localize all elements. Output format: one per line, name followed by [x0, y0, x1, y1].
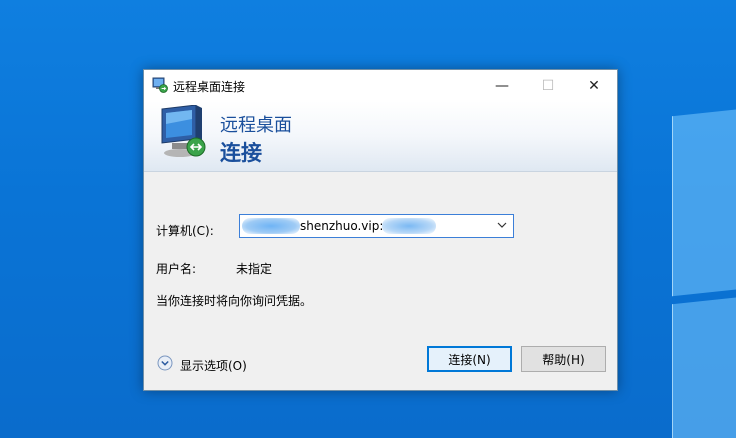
banner-title-line2: 连接: [220, 141, 262, 165]
username-label: 用户名:: [156, 262, 197, 276]
computer-combobox[interactable]: shenzhuo.vip:: [239, 214, 514, 238]
help-button[interactable]: 帮助(H): [521, 346, 606, 372]
minimize-button[interactable]: —: [479, 70, 525, 101]
banner-title-line1: 远程桌面: [220, 115, 292, 136]
computer-value: shenzhuo.vip:: [300, 219, 384, 233]
credentials-note: 当你连接时将向你询问凭据。: [156, 294, 313, 308]
connect-button[interactable]: 连接(N): [427, 346, 512, 372]
redacted-blur: [242, 218, 300, 234]
show-options-link[interactable]: 显示选项(O): [180, 357, 247, 374]
header-banner: 远程桌面 连接: [144, 101, 617, 172]
window-title: 远程桌面连接: [173, 80, 246, 94]
redacted-blur: [382, 218, 436, 234]
windows-logo-pane-bottom: [672, 295, 736, 438]
chevron-down-icon[interactable]: [495, 219, 509, 233]
title-bar[interactable]: 远程桌面连接 — ☐ ✕: [144, 70, 617, 101]
remote-desktop-monitor-icon: [158, 104, 210, 161]
computer-label: 计算机(C):: [156, 224, 214, 238]
windows-logo-pane-top: [672, 107, 736, 297]
close-button[interactable]: ✕: [571, 70, 617, 101]
remote-desktop-dialog: 远程桌面连接 — ☐ ✕ 远程桌面 连接 计算机(C): shenzhuo.vi…: [143, 69, 618, 391]
remote-desktop-icon: [152, 77, 168, 93]
chevron-down-circle-icon[interactable]: [157, 355, 173, 371]
username-value: 未指定: [236, 262, 273, 276]
maximize-button[interactable]: ☐: [525, 70, 571, 101]
